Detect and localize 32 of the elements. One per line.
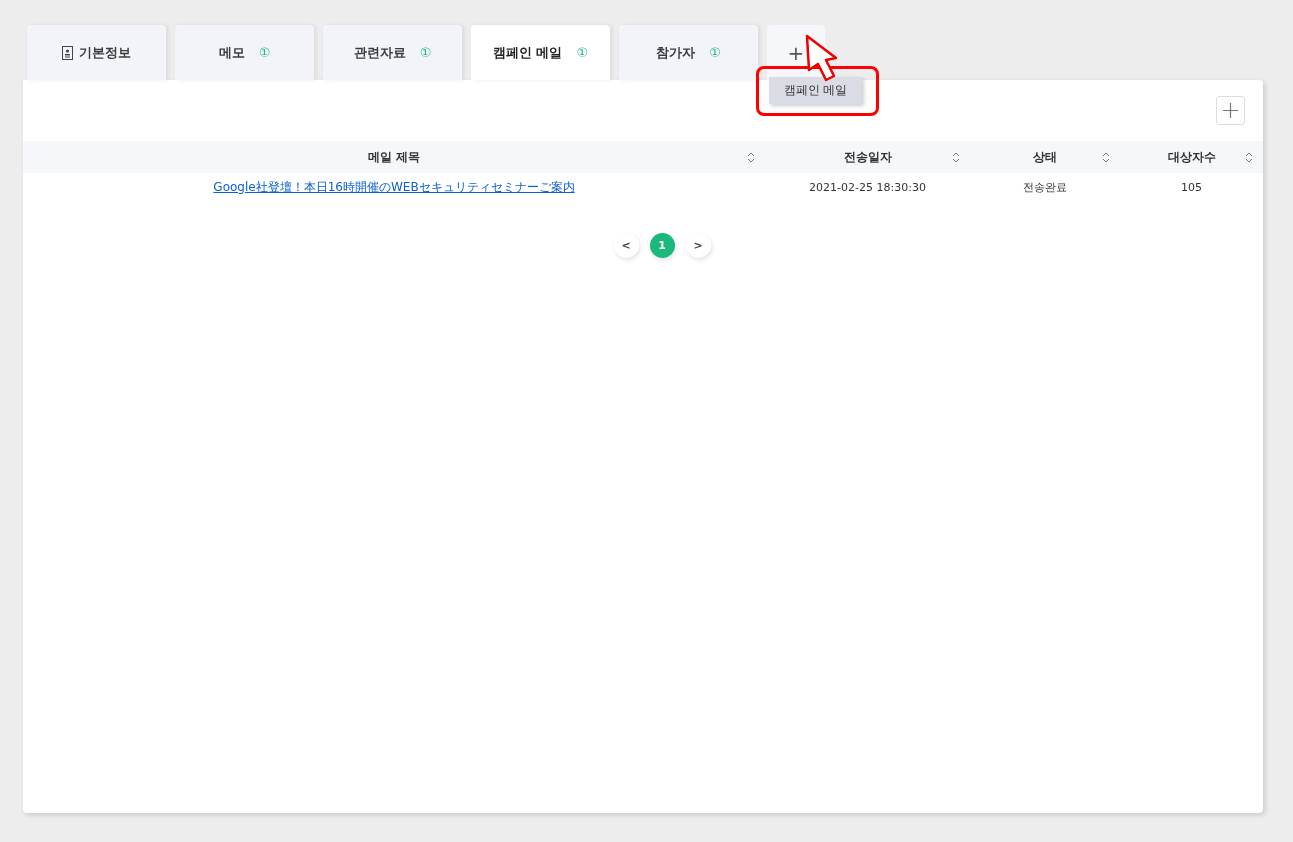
count-label: ①	[709, 45, 721, 60]
cell-text: 105	[1181, 180, 1202, 194]
add-button[interactable]	[1216, 96, 1245, 125]
tab[interactable]: 관련자료 ①	[323, 25, 462, 80]
cursor-arrow-icon	[804, 34, 840, 84]
tab-title: 기본정보	[79, 43, 131, 62]
tab[interactable]: 메모 ①	[175, 25, 314, 80]
sort-icon[interactable]	[1102, 152, 1110, 163]
tab-title: 메모	[218, 43, 245, 62]
column-header[interactable]: 대상자수	[1120, 141, 1263, 173]
add-dropdown-menu[interactable]: 캠페인 메일	[769, 77, 862, 104]
tab-title: 캠페인 메일	[492, 43, 563, 62]
column-header[interactable]: 전송일자	[765, 141, 970, 173]
count-label: ①	[258, 45, 271, 60]
sort-icon[interactable]	[1245, 152, 1253, 163]
next-page-button[interactable]: >	[685, 233, 711, 258]
count-label: ①	[576, 45, 589, 60]
sort-icon[interactable]	[952, 152, 960, 163]
mail-title-link[interactable]: Google社登壇！本日16時開催のWEBセキュリティセミナーご案内	[213, 178, 575, 196]
tab[interactable]: 기본정보	[27, 25, 166, 80]
prev-page-button[interactable]: <	[613, 233, 639, 258]
tab-title: 참가자	[656, 43, 696, 62]
tab[interactable]: 캠페인 메일 ①	[471, 25, 610, 80]
cell-text: 전송완료	[1023, 179, 1067, 195]
sort-icon[interactable]	[747, 152, 755, 163]
tab-title: 관련자료	[353, 43, 406, 62]
column-header[interactable]: 상태	[970, 141, 1120, 173]
plus-icon	[1223, 102, 1238, 118]
count-label: ①	[419, 45, 432, 60]
cell-text: 2021-02-25 18:30:30	[809, 180, 926, 194]
column-header[interactable]: 메일 제목	[23, 141, 765, 173]
tab[interactable]: 참가자 ①	[619, 25, 758, 80]
